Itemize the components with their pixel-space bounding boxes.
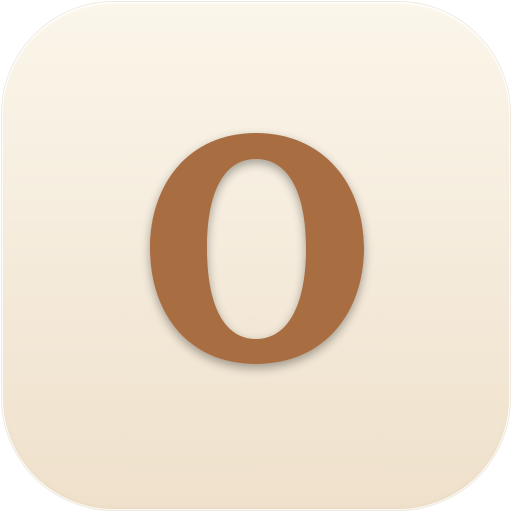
app-icon[interactable]: [2, 2, 510, 510]
letter-o-shape: [150, 133, 364, 364]
icon-canvas: [0, 0, 512, 512]
letter-o-icon: [150, 133, 364, 364]
letter-o-glyph: [2, 2, 510, 510]
